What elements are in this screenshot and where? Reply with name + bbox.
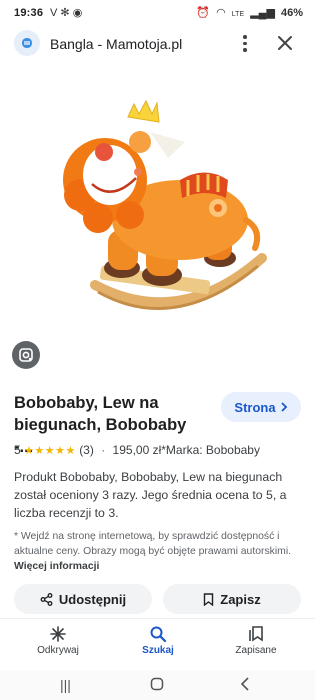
status-time: 19:36 [14,7,44,19]
visit-site-button[interactable]: Strona [221,392,301,422]
product-image[interactable] [0,80,315,340]
share-label: Udostępnij [58,591,127,607]
lte-icon: LTE [231,11,245,18]
nav-item-zapisane[interactable]: Zapisane [216,623,296,656]
nav-item-szukaj[interactable]: Szukaj [118,623,198,656]
nav-label-szukaj: Szukaj [142,645,174,656]
separator-dot: · [101,443,106,457]
visit-site-label: Strona [234,399,276,415]
asterisk-icon [50,626,66,642]
kebab-menu-icon[interactable] [236,32,254,54]
nav-label-zapisane: Zapisane [235,645,277,656]
signal-icon: ▂▄▆ [250,7,275,19]
status-bar: 19:36 V ✻ ◉ ⏰ ◠ LTE ▂▄▆ 46% [0,0,315,26]
messenger-icon: ◉ [72,7,83,19]
nav-label-odkrywaj: Odkrywaj [37,645,79,656]
nav-item-odkrywaj[interactable]: Odkrywaj [18,623,98,656]
search-icon [150,626,167,643]
product-description: Produkt Bobobaby, Bobobaby, Lew na biegu… [14,470,287,520]
disclaimer: * Wejdź na stronę internetową, by sprawd… [14,529,304,574]
status-right-icons: ⏰ ◠ LTE ▂▄▆ 46% [193,6,303,19]
v-icon: V [50,7,58,19]
google-lens-icon[interactable] [12,341,40,369]
rating-value: 5 [14,443,21,457]
product-meta: 5 ★★★★★ (3) · 195,00 zł*Marka: Bobobaby [14,443,260,457]
home-icon[interactable] [150,677,164,694]
rating-stars: ★★★★★ [24,445,76,457]
close-icon[interactable] [274,32,296,54]
bookmark-icon [204,592,214,606]
chevron-right-icon [280,402,287,412]
site-favicon-icon [14,30,40,56]
bottom-navigation: Odkrywaj Szukaj Zapisane [0,618,315,671]
review-count: (3) [79,443,94,457]
back-icon[interactable] [240,677,250,694]
alarm-icon: ⏰ [196,7,211,19]
status-left-icons: V ✻ ◉ [50,6,82,19]
more-info-link[interactable]: Więcej informacji [14,561,99,572]
snowflake-icon: ✻ [60,7,70,19]
share-button[interactable]: Udostępnij [14,584,152,614]
battery-level: 46% [280,7,303,19]
site-title[interactable]: Bangla - Mamotoja.pl [50,36,182,52]
app-bar: Bangla - Mamotoja.pl [0,26,315,60]
price-brand: 195,00 zł*Marka: Bobobaby [112,443,260,457]
system-navigation-bar: ||| [0,670,315,700]
disclaimer-text: * Wejdź na stronę internetową, by sprawd… [14,531,292,557]
share-icon [40,592,53,606]
wifi-icon: ◠ [216,7,226,19]
bookmarks-icon [249,626,263,642]
save-button[interactable]: Zapisz [163,584,301,614]
save-label: Zapisz [220,591,261,607]
recent-apps-icon[interactable]: ||| [60,677,71,693]
